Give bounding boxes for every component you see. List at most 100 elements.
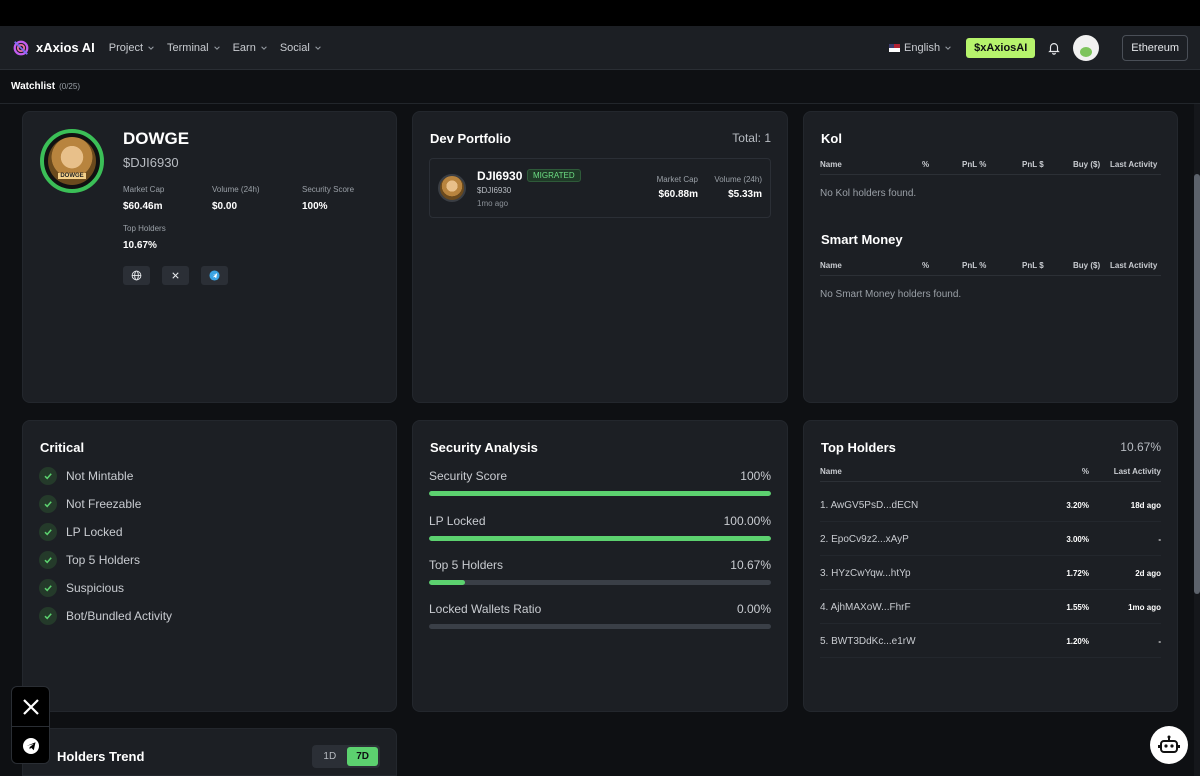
dev-token-time: 1mo ago (477, 199, 509, 208)
column-header[interactable]: Name (820, 467, 842, 476)
stat-label: Volume (24h) (212, 185, 260, 194)
bell-icon[interactable] (1047, 41, 1061, 55)
nav-project[interactable]: Project (109, 42, 155, 54)
avatar[interactable] (1073, 34, 1100, 61)
security-analysis-title: Security Analysis (430, 440, 538, 455)
nav-earn[interactable]: Earn (233, 42, 268, 54)
stat-label: Top Holders (123, 224, 166, 233)
scrollbar-thumb[interactable] (1194, 174, 1200, 594)
timeframe-1d-button[interactable]: 1D (314, 747, 345, 766)
column-header[interactable]: % (922, 261, 929, 270)
table-row[interactable]: 2. EpoCv9z2...xAyP 3.00% - (820, 522, 1161, 556)
security-label: LP Locked (429, 514, 486, 528)
column-header[interactable]: % (922, 160, 929, 169)
column-header[interactable]: Last Activity (1110, 261, 1157, 270)
holders-trend-card: Holders Trend 1D 7D (22, 728, 397, 776)
token-logo-text: DOWGE (58, 173, 86, 179)
chain-selector-button[interactable]: Ethereum (1122, 34, 1188, 61)
check-icon (39, 523, 57, 541)
kol-table-header: Name % PnL % PnL $ Buy ($) Last Activity (820, 157, 1161, 175)
holder-address[interactable]: 4. AjhMAXoW...FhrF (820, 602, 911, 613)
security-label: Security Score (429, 469, 508, 483)
telegram-icon (209, 270, 220, 281)
critical-item: Suspicious (39, 579, 124, 597)
watchlist-count: (0/25) (59, 82, 80, 91)
floating-social-panel (11, 686, 50, 764)
x-logo-icon (22, 698, 39, 715)
dev-token-logo (438, 174, 466, 202)
page-scrollbar[interactable] (1194, 104, 1200, 776)
holder-address[interactable]: 1. AwGV5PsD...dECN (820, 500, 918, 511)
column-header[interactable]: Last Activity (1110, 160, 1157, 169)
column-header[interactable]: Buy ($) (1073, 261, 1100, 270)
critical-item: Not Freezable (39, 495, 141, 513)
chatbot-button[interactable] (1150, 726, 1188, 764)
nav-social[interactable]: Social (280, 42, 322, 54)
token-ticker: $DJI6930 (123, 155, 179, 170)
holder-address[interactable]: 3. HYzCwYqw...htYp (820, 568, 911, 579)
chevron-down-icon (213, 45, 220, 50)
kol-title: Kol (821, 131, 842, 146)
app-name: xAxios AI (36, 40, 95, 55)
stat-volume: Volume (24h) $0.00 (212, 185, 260, 212)
security-analysis-card: Security Analysis Security Score 100% LP … (412, 420, 788, 712)
token-logo: DOWGE (40, 129, 104, 193)
stat-value: $5.33m (728, 189, 762, 200)
table-row[interactable]: 1. AwGV5PsD...dECN 3.20% 18d ago (820, 488, 1161, 522)
telegram-social-button[interactable] (12, 726, 49, 765)
column-header[interactable]: PnL $ (1022, 261, 1044, 270)
critical-item-label: Not Mintable (66, 469, 134, 483)
security-row: Security Score 100% (429, 469, 771, 496)
critical-item-label: Suspicious (66, 581, 125, 595)
watchlist-bar: Watchlist (0/25) (0, 70, 1200, 104)
dev-token-ticker: $DJI6930 (477, 186, 512, 195)
table-row[interactable]: 4. AjhMAXoW...FhrF 1.55% 1mo ago (820, 590, 1161, 624)
globe-icon (131, 270, 142, 281)
column-header[interactable]: Name (820, 261, 842, 270)
xaxiosai-token-button[interactable]: $xAxiosAI (966, 37, 1036, 58)
top-strip (0, 0, 1200, 26)
nav-earn-label: Earn (232, 41, 256, 54)
holder-last-activity: 1mo ago (1128, 603, 1161, 612)
column-header[interactable]: Buy ($) (1073, 160, 1100, 169)
column-header[interactable]: % (1082, 467, 1089, 476)
holder-address[interactable]: 2. EpoCv9z2...xAyP (820, 534, 909, 545)
app-logo[interactable]: xAxios AI (12, 39, 95, 57)
x-social-button[interactable] (12, 687, 49, 726)
telegram-link-button[interactable] (201, 266, 228, 285)
column-header[interactable]: PnL % (962, 160, 986, 169)
column-header[interactable]: PnL $ (1022, 160, 1044, 169)
stat-value: $0.00 (212, 201, 238, 212)
token-name: DOWGE (123, 129, 190, 148)
website-link-button[interactable] (123, 266, 150, 285)
table-row[interactable]: 3. HYzCwYqw...htYp 1.72% 2d ago (820, 556, 1161, 590)
holder-last-activity: 18d ago (1130, 501, 1161, 510)
security-label: Locked Wallets Ratio (429, 602, 542, 616)
language-selector[interactable]: English (889, 42, 952, 54)
x-link-button[interactable] (162, 266, 189, 285)
security-row: Top 5 Holders 10.67% (429, 558, 771, 585)
column-header[interactable]: Last Activity (1114, 467, 1161, 476)
stat-value: $60.46m (123, 201, 163, 212)
xaxios-logo-icon (13, 40, 29, 55)
timeframe-7d-button[interactable]: 7D (347, 747, 378, 766)
dev-portfolio-item[interactable]: DJI6930 MIGRATED $DJI6930 1mo ago Market… (429, 158, 771, 218)
nav-terminal[interactable]: Terminal (167, 42, 221, 54)
watchlist-title[interactable]: Watchlist (11, 81, 55, 92)
column-header[interactable]: PnL % (962, 261, 986, 270)
holders-trend-title: Holders Trend (57, 749, 145, 764)
critical-item-label: LP Locked (66, 525, 123, 539)
column-header[interactable]: Name (820, 160, 842, 169)
stat-value: 100% (302, 201, 328, 212)
table-row[interactable]: 5. BWT3DdKc...e1rW 1.20% - (820, 624, 1161, 658)
kol-smart-money-card: Kol Name % PnL % PnL $ Buy ($) Last Acti… (803, 111, 1178, 403)
top-holders-table-header: Name % Last Activity (820, 464, 1161, 482)
nav-social-label: Social (279, 41, 310, 54)
dowge-logo-image: DOWGE (48, 137, 96, 185)
security-value: 100.00% (723, 514, 771, 528)
holder-last-activity: 2d ago (1135, 569, 1161, 578)
holder-address[interactable]: 5. BWT3DdKc...e1rW (820, 636, 916, 647)
smart-money-title: Smart Money (821, 232, 903, 247)
progress-fill (429, 580, 466, 585)
smart-money-empty-message: No Smart Money holders found. (820, 289, 962, 300)
